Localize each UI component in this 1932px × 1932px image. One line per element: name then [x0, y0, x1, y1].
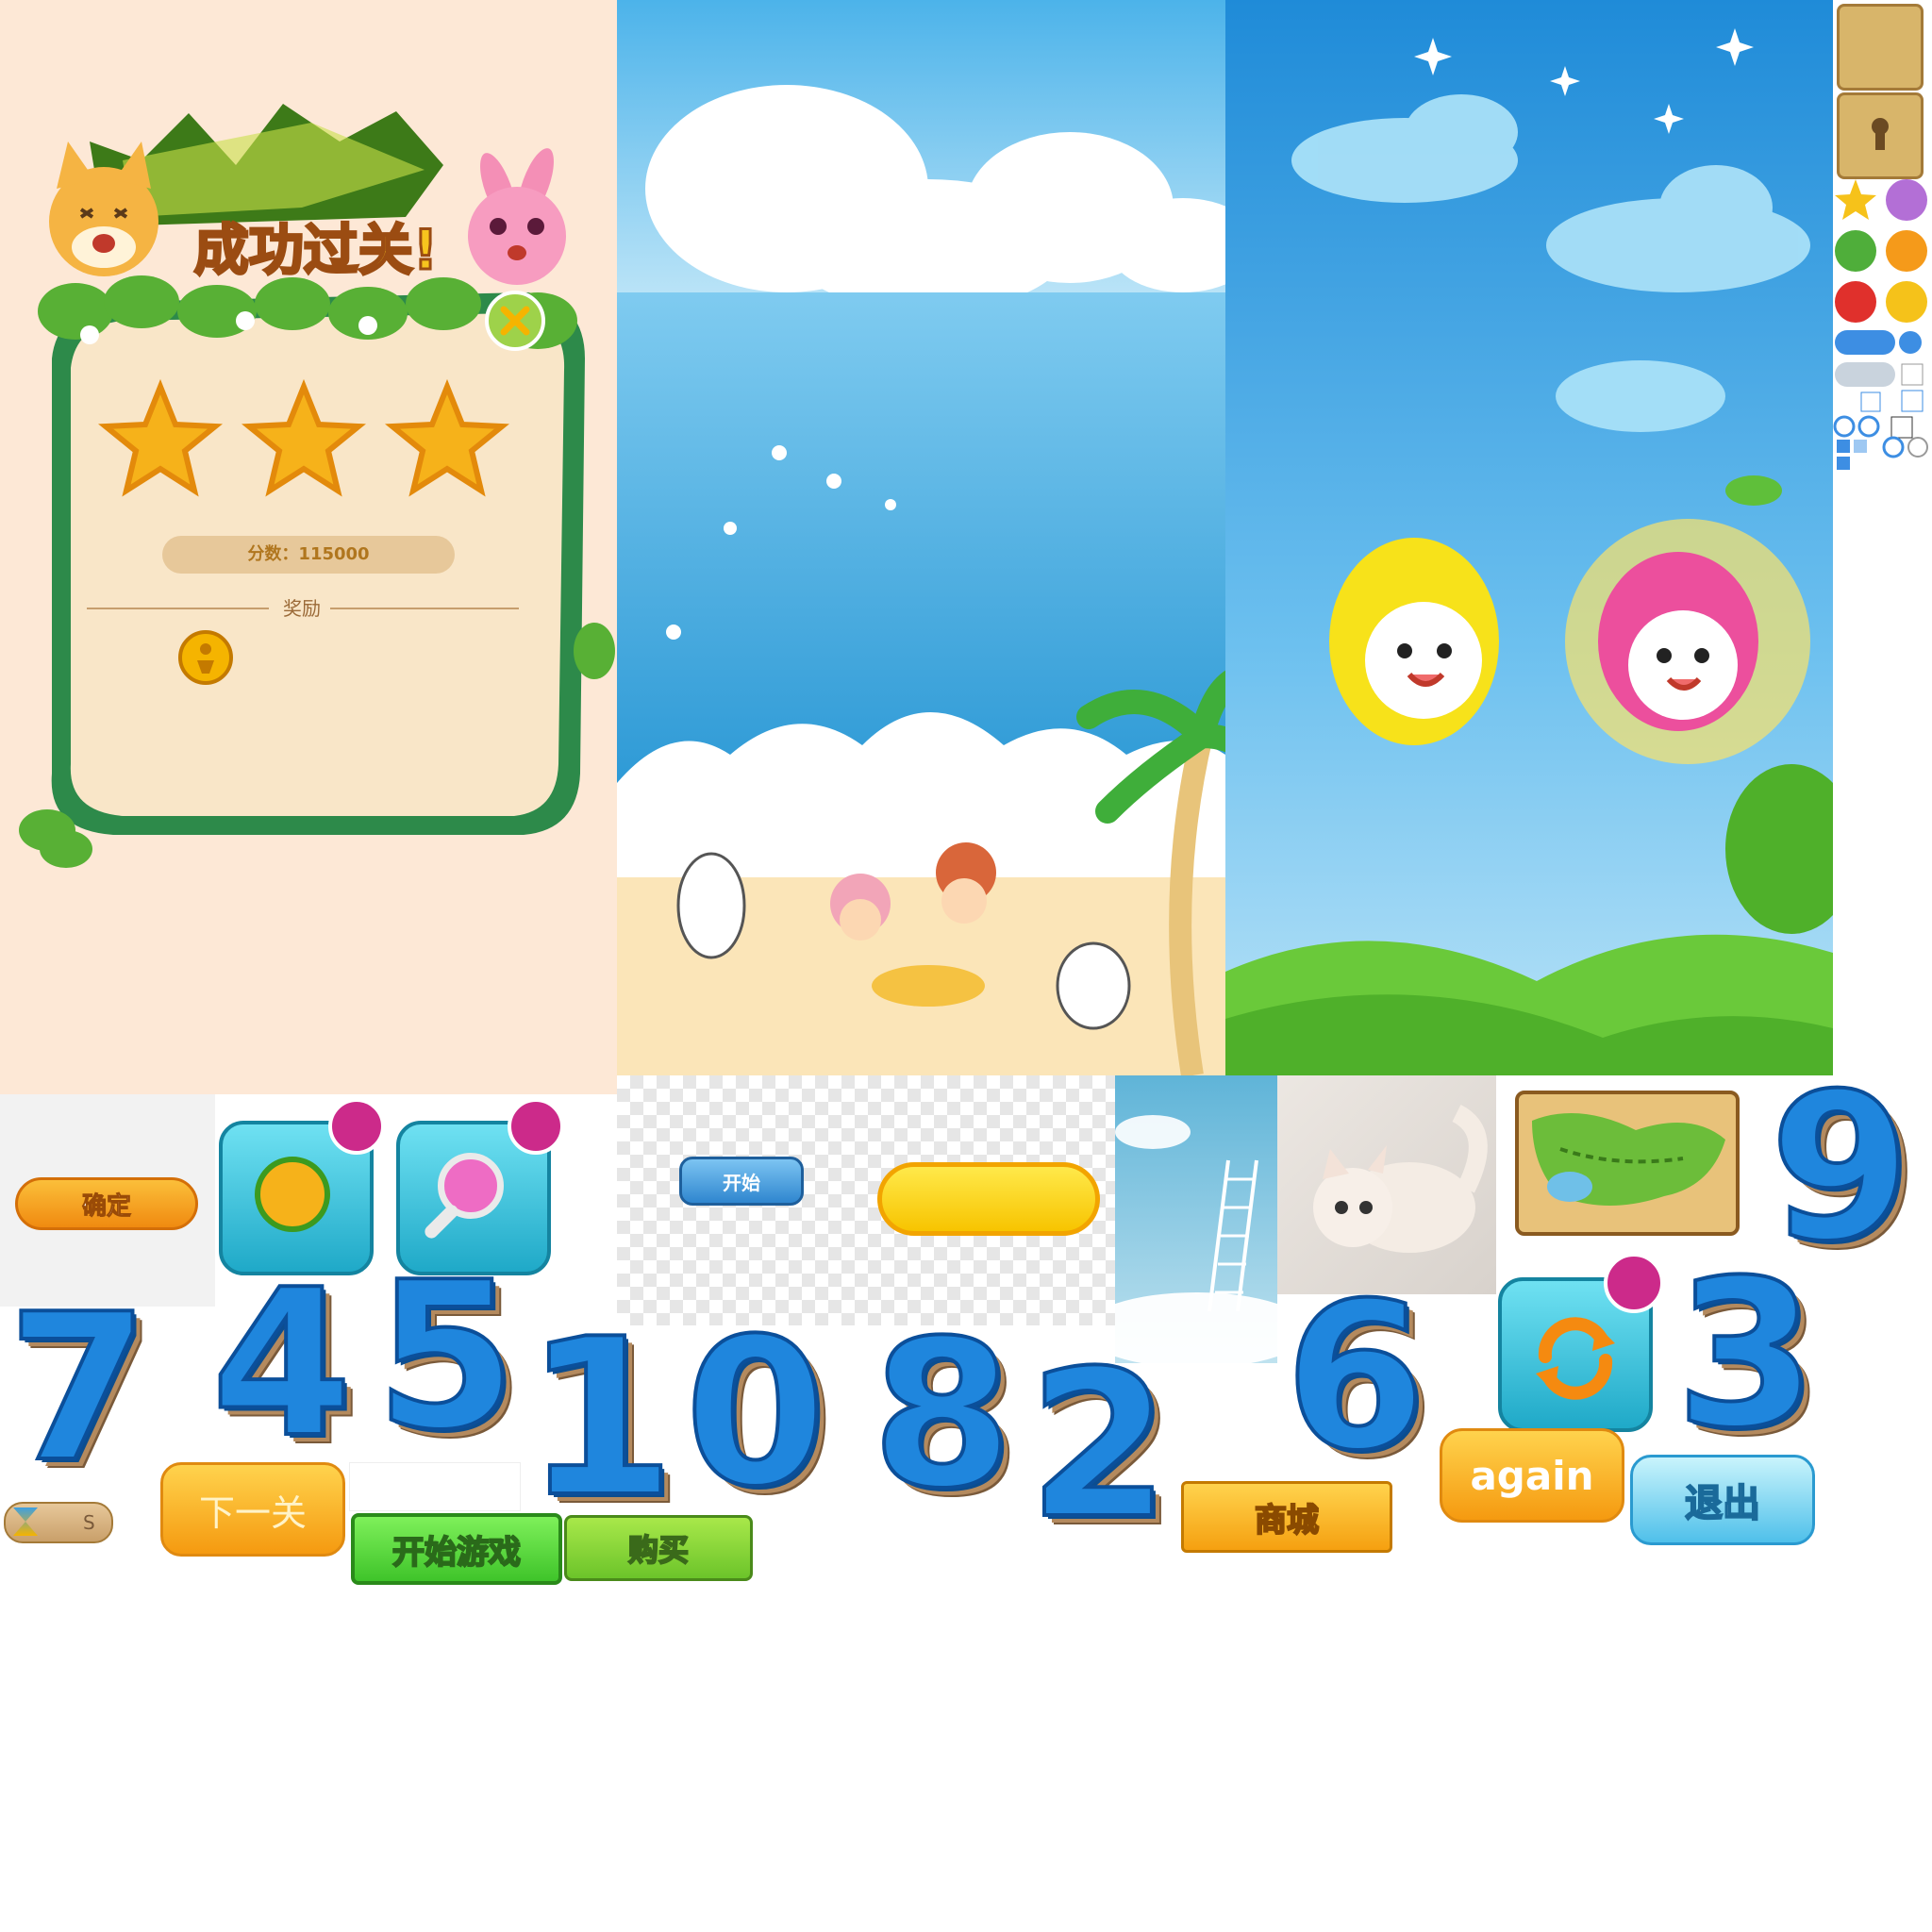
wood-tile [1837, 4, 1924, 91]
strawberry-item-icon [1835, 281, 1876, 323]
radio-empty[interactable] [1907, 437, 1928, 458]
yellow-pill-button[interactable] [877, 1162, 1100, 1236]
fruit-sky-background [1225, 0, 1833, 1075]
notification-badge [508, 1098, 564, 1155]
star-item-icon [1835, 179, 1876, 220]
radio-selected-2[interactable] [1857, 415, 1880, 438]
lemon-character [1329, 538, 1499, 745]
digit-0: 0 [683, 1294, 828, 1531]
confirm-button[interactable]: 确定 [15, 1177, 198, 1230]
start-small-button[interactable]: 开始 [679, 1157, 804, 1206]
shop-button[interactable]: 商城 [1181, 1481, 1392, 1553]
blank-tile [349, 1462, 521, 1511]
start-game-button[interactable]: 开始游戏 [351, 1513, 562, 1585]
digit-2: 2 [1026, 1326, 1172, 1563]
toggle-on[interactable] [1835, 330, 1895, 355]
checkbox-empty[interactable] [1901, 363, 1924, 386]
treasure-map-icon [1504, 1083, 1751, 1243]
notification-badge [328, 1098, 385, 1155]
digit-6: 6 [1283, 1258, 1428, 1495]
notification-badge [1604, 1253, 1664, 1313]
digit-8: 8 [870, 1296, 1015, 1533]
toggle-knob[interactable] [1899, 331, 1922, 354]
next-level-button[interactable]: 下一关 [160, 1462, 345, 1557]
radio-selected-3[interactable] [1882, 436, 1905, 458]
bunny-character [468, 148, 566, 285]
grape-item-icon [1886, 179, 1927, 221]
locked-wood-tile [1837, 92, 1924, 179]
sprite-strip [1833, 0, 1932, 481]
victory-title: 成功过关! [192, 217, 439, 284]
checkbox-checked[interactable] [1860, 391, 1881, 412]
digit-4: 4 [209, 1245, 355, 1482]
buy-button[interactable]: 购买 [564, 1515, 753, 1581]
timer-pill: S [4, 1502, 113, 1543]
victory-screen: 成功过关! 分数：115000 奖励 [0, 0, 617, 1094]
exit-button[interactable]: 退出 [1630, 1455, 1815, 1545]
timer-s-label: S [83, 1511, 95, 1534]
beach-background [617, 0, 1225, 1075]
hourglass-icon [13, 1507, 38, 1536]
ladder-sky-image [1115, 1075, 1277, 1363]
digit-1: 1 [523, 1293, 677, 1545]
digit-5: 5 [374, 1238, 519, 1474]
clock-refresh-icon [255, 1157, 330, 1232]
checkbox-checked-2[interactable] [1901, 390, 1924, 412]
reward-label: 奖励 [283, 597, 321, 620]
broccoli-item-icon [1835, 230, 1876, 272]
orange-item-icon [1886, 230, 1927, 272]
digit-7: 7 [6, 1270, 151, 1507]
digit-9: 9 [1768, 1049, 1913, 1286]
checkbox-dark[interactable] [1890, 416, 1913, 439]
toggle-off[interactable] [1835, 362, 1895, 387]
close-button[interactable] [485, 291, 545, 351]
radio-selected[interactable] [1833, 415, 1856, 438]
again-button[interactable]: again [1440, 1428, 1624, 1523]
banana-item-icon [1886, 281, 1927, 323]
score-label: 分数：115000 [247, 544, 370, 564]
reward-coin-icon [178, 630, 233, 685]
